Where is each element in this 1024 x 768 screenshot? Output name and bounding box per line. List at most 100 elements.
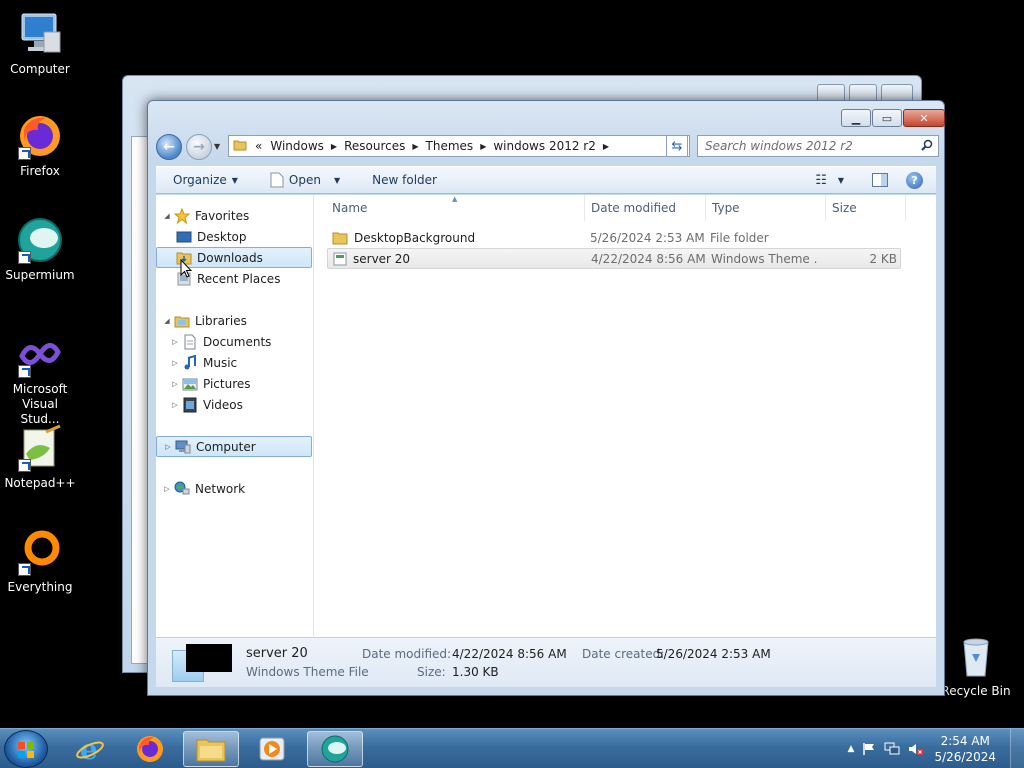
forward-button[interactable]: → bbox=[186, 134, 212, 160]
collapse-icon[interactable]: ◢ bbox=[162, 317, 172, 325]
file-list[interactable]: ▲ Name Date modified Type Size DesktopBa… bbox=[315, 195, 936, 637]
refresh-button[interactable]: ⇆ bbox=[666, 135, 688, 157]
expand-icon[interactable]: ▷ bbox=[170, 338, 180, 346]
nav-pictures-label: Pictures bbox=[203, 376, 251, 391]
expand-icon[interactable]: ▷ bbox=[163, 443, 173, 451]
breadcrumb-windows-2012-r2[interactable]: windows 2012 r2 bbox=[489, 139, 600, 153]
desktop-icon-firefox[interactable]: Firefox bbox=[0, 112, 80, 179]
clock-time: 2:54 AM bbox=[940, 734, 990, 748]
visual-studio-icon bbox=[16, 330, 64, 378]
explorer-content: ◢ Favorites Desktop Downloads Recent Pla… bbox=[156, 195, 936, 637]
taskbar-media-player[interactable] bbox=[244, 731, 300, 767]
chevron-right-icon[interactable]: ▶ bbox=[600, 142, 612, 151]
column-header-type[interactable]: Type bbox=[706, 195, 826, 221]
help-button[interactable]: ? bbox=[897, 171, 932, 189]
nav-desktop[interactable]: Desktop bbox=[156, 226, 312, 247]
collapse-icon[interactable]: ◢ bbox=[162, 212, 172, 220]
desktop-icon-label: Firefox bbox=[20, 164, 60, 178]
desktop-icon-recycle-bin[interactable]: Recycle Bin bbox=[936, 632, 1016, 699]
column-header-name[interactable]: Name bbox=[315, 195, 585, 221]
column-header-size[interactable]: Size bbox=[826, 195, 906, 221]
pictures-icon bbox=[182, 376, 198, 392]
file-type: Windows Theme ... bbox=[711, 251, 817, 266]
desktop-icon-visual-studio[interactable]: Microsoft Visual Stud... bbox=[0, 330, 80, 427]
file-date: 5/26/2024 2:53 AM bbox=[590, 230, 705, 245]
show-hidden-icons-icon[interactable]: ▲ bbox=[840, 744, 863, 754]
column-date-label: Date modified bbox=[591, 201, 677, 215]
mouse-cursor-icon bbox=[180, 259, 192, 278]
close-icon: ✕ bbox=[919, 111, 929, 125]
close-button[interactable]: ✕ bbox=[903, 109, 945, 127]
file-name: server 20 bbox=[353, 251, 411, 266]
expand-icon[interactable]: ▷ bbox=[170, 359, 180, 367]
breadcrumb-resources[interactable]: Resources bbox=[340, 139, 409, 153]
maximize-button[interactable]: ▭ bbox=[872, 109, 902, 127]
taskbar-internet-explorer[interactable]: e bbox=[62, 731, 118, 767]
open-button[interactable]: Open ▼ bbox=[261, 172, 349, 188]
network-icon bbox=[174, 481, 190, 497]
chevron-down-icon[interactable]: ▼ bbox=[334, 176, 340, 185]
back-button[interactable]: ← bbox=[156, 134, 182, 160]
recent-pages-dropdown[interactable]: ▼ bbox=[214, 142, 220, 151]
organize-button[interactable]: Organize ▼ bbox=[164, 173, 247, 187]
media-player-icon bbox=[259, 737, 285, 761]
minimize-button[interactable]: ▁ bbox=[841, 109, 871, 127]
nav-network[interactable]: ▷ Network bbox=[156, 478, 312, 499]
shortcut-arrow-icon bbox=[18, 459, 31, 472]
volume-muted-icon[interactable] bbox=[908, 742, 924, 756]
chevron-right-icon[interactable]: ▶ bbox=[328, 142, 340, 151]
new-folder-button[interactable]: New folder bbox=[363, 173, 446, 187]
chevron-right-icon[interactable]: ▶ bbox=[409, 142, 421, 151]
network-status-icon[interactable] bbox=[884, 742, 900, 756]
nav-videos[interactable]: ▷ Videos bbox=[156, 394, 312, 415]
system-tray: ▲ 2:54 AM 5/26/2024 bbox=[840, 729, 1024, 768]
change-view-button[interactable]: ☷ ▼ bbox=[806, 173, 853, 188]
desktop-icon-notepadpp[interactable]: Notepad++ bbox=[0, 424, 80, 491]
column-header-date-modified[interactable]: Date modified bbox=[585, 195, 706, 221]
preview-pane-button[interactable] bbox=[863, 173, 897, 187]
explorer-window[interactable]: ▁ ▭ ✕ ← → ▼ « Windows ▶ Resources ▶ Them… bbox=[147, 100, 945, 696]
folder-icon bbox=[332, 232, 348, 244]
action-center-flag-icon[interactable] bbox=[862, 742, 876, 756]
chevron-right-icon[interactable]: ▶ bbox=[477, 142, 489, 151]
clock[interactable]: 2:54 AM 5/26/2024 bbox=[924, 733, 1010, 765]
everything-icon bbox=[16, 528, 64, 576]
nav-favorites[interactable]: ◢ Favorites bbox=[156, 205, 312, 226]
taskbar-file-explorer[interactable] bbox=[183, 731, 239, 767]
show-desktop-button[interactable] bbox=[1010, 729, 1024, 768]
expand-icon[interactable]: ▷ bbox=[162, 485, 172, 493]
breadcrumb-windows[interactable]: Windows bbox=[266, 139, 328, 153]
breadcrumb-overflow[interactable]: « bbox=[251, 139, 266, 153]
expand-icon[interactable]: ▷ bbox=[170, 401, 180, 409]
nav-favorites-label: Favorites bbox=[195, 208, 250, 223]
file-row-server-20[interactable]: server 20 4/22/2024 8:56 AM Windows Them… bbox=[327, 248, 901, 269]
forward-arrow-icon: → bbox=[193, 139, 205, 155]
nav-libraries[interactable]: ◢ Libraries bbox=[156, 310, 312, 331]
thumbnail-preview bbox=[186, 644, 232, 672]
search-icon[interactable] bbox=[921, 139, 933, 151]
expand-icon[interactable]: ▷ bbox=[170, 380, 180, 388]
column-name-label: Name bbox=[332, 201, 368, 215]
minimize-icon: ▁ bbox=[851, 111, 861, 125]
music-note-icon bbox=[182, 354, 198, 371]
address-bar[interactable]: « Windows ▶ Resources ▶ Themes ▶ windows… bbox=[228, 135, 690, 157]
column-size-label: Size bbox=[832, 201, 857, 215]
open-label: Open bbox=[288, 173, 321, 187]
nav-documents[interactable]: ▷ Documents bbox=[156, 331, 312, 352]
taskbar-firefox[interactable] bbox=[122, 731, 178, 767]
breadcrumb-themes[interactable]: Themes bbox=[422, 139, 478, 153]
file-row-desktopbackground[interactable]: DesktopBackground 5/26/2024 2:53 AM File… bbox=[327, 227, 901, 248]
search-input[interactable]: Search windows 2012 r2 bbox=[697, 135, 939, 157]
desktop-icon-computer[interactable]: Computer bbox=[0, 10, 80, 77]
taskbar-supermium[interactable] bbox=[307, 731, 363, 767]
file-explorer-icon bbox=[196, 739, 226, 762]
desktop-icon-supermium[interactable]: Supermium bbox=[0, 216, 80, 283]
start-button[interactable] bbox=[4, 730, 48, 768]
nav-computer[interactable]: ▷ Computer bbox=[156, 436, 312, 457]
nav-music-label: Music bbox=[203, 355, 238, 370]
nav-pictures[interactable]: ▷ Pictures bbox=[156, 373, 312, 394]
nav-music[interactable]: ▷ Music bbox=[156, 352, 312, 373]
details-file-name: server 20 bbox=[246, 646, 308, 661]
documents-icon bbox=[182, 334, 198, 350]
desktop-icon-everything[interactable]: Everything bbox=[0, 528, 80, 595]
